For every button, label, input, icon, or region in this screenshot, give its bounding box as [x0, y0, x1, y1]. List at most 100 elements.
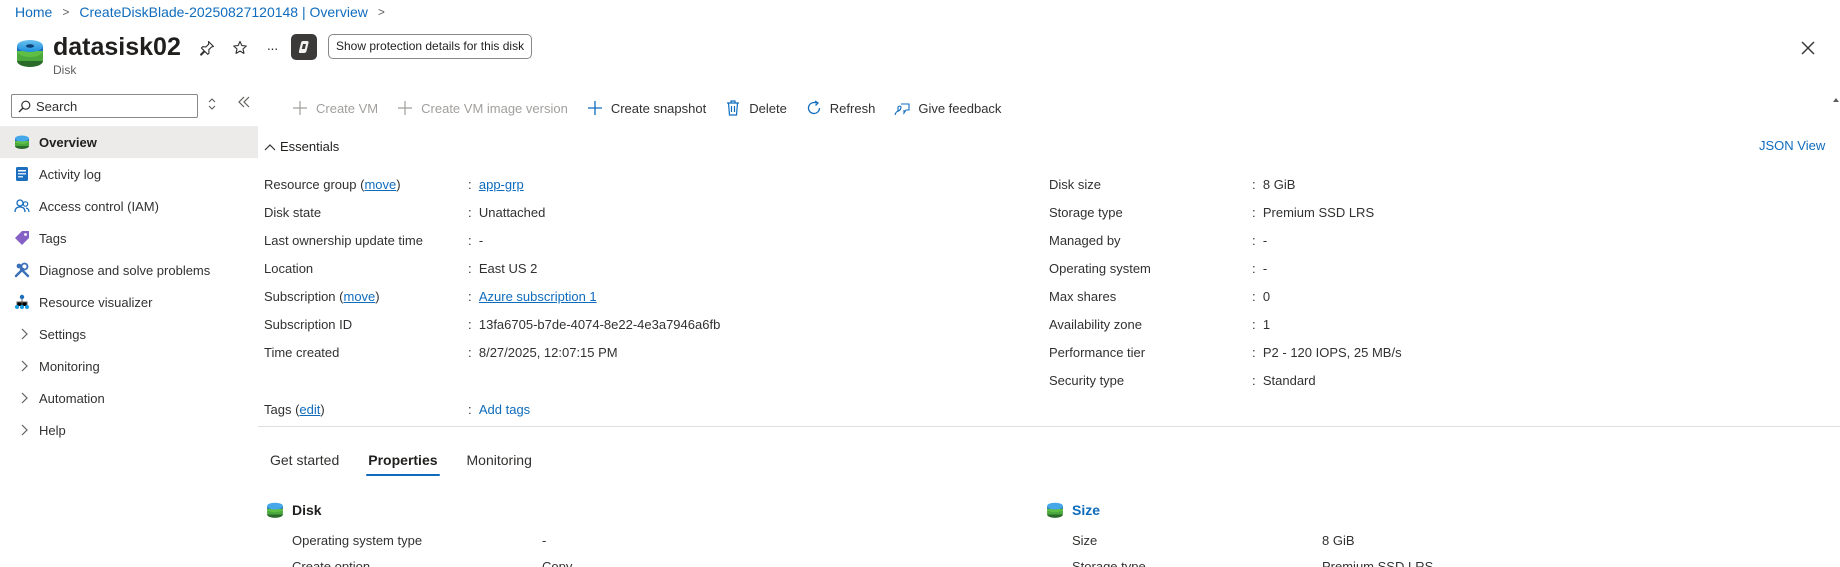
collapse-sidebar-icon[interactable]	[237, 95, 251, 113]
sidebar-item-settings[interactable]: Settings	[0, 318, 258, 350]
breadcrumb-home[interactable]: Home	[15, 4, 52, 20]
wrench-icon	[14, 262, 30, 278]
breadcrumb-separator: >	[377, 5, 385, 19]
scroll-up-arrow-icon[interactable]	[1832, 96, 1840, 104]
search-icon	[18, 100, 31, 112]
tab-properties[interactable]: Properties	[362, 448, 443, 476]
tab-monitoring[interactable]: Monitoring	[461, 448, 538, 476]
colon: :	[468, 344, 472, 360]
resource-group-link[interactable]: app-grp	[479, 177, 524, 192]
colon: :	[1252, 288, 1256, 304]
resource-group-move-link[interactable]: move	[364, 177, 396, 192]
essentials-right-values: : 8 GiB : Premium SSD LRS : - : - : 0 : …	[1252, 170, 1402, 394]
plus-icon	[396, 99, 414, 117]
chevron-right-icon	[16, 424, 32, 436]
colon: :	[1252, 260, 1256, 276]
show-protection-details-button[interactable]: Show protection details for this disk	[328, 34, 533, 59]
colon: :	[468, 260, 472, 276]
security-type-label: Security type	[1049, 372, 1125, 388]
sidebar-item-access-control[interactable]: Access control (IAM)	[0, 190, 258, 222]
operating-system-value: -	[1262, 260, 1268, 276]
sidebar-item-label: Resource visualizer	[39, 294, 153, 310]
sidebar-item-monitoring[interactable]: Monitoring	[0, 350, 258, 382]
delete-button[interactable]: Delete	[724, 99, 787, 117]
last-ownership-label: Last ownership update time	[264, 232, 423, 248]
close-icon[interactable]	[1796, 36, 1820, 60]
os-type-value: -	[542, 533, 547, 548]
disk-size-label: Disk size	[1049, 176, 1102, 192]
give-feedback-button[interactable]: Give feedback	[893, 99, 1001, 117]
essentials-right-labels: Disk size Storage type Managed by Operat…	[1049, 170, 1151, 394]
chevron-right-icon	[16, 328, 32, 340]
sidebar-item-label: Help	[39, 422, 66, 438]
availability-zone-label: Availability zone	[1049, 316, 1142, 332]
copilot-icon[interactable]	[291, 34, 317, 60]
colon: :	[1252, 204, 1256, 220]
pin-icon[interactable]	[195, 36, 219, 60]
disk-icon	[1047, 502, 1063, 518]
search-input[interactable]	[36, 98, 186, 114]
refresh-icon	[805, 99, 823, 117]
sidebar-item-activity-log[interactable]: Activity log	[0, 158, 258, 190]
sidebar-item-label: Tags	[39, 230, 67, 246]
disk-section-title: Disk	[292, 502, 322, 518]
activity-log-icon	[14, 166, 30, 182]
sidebar-search[interactable]	[11, 94, 198, 118]
sidebar-item-label: Automation	[39, 390, 105, 406]
tab-get-started[interactable]: Get started	[264, 448, 345, 476]
sidebar-item-label: Access control (IAM)	[39, 198, 159, 214]
essentials-left-labels: Resource group (move) Disk state Last ow…	[264, 170, 423, 366]
sidebar-item-label: Settings	[39, 326, 86, 342]
label-text: Subscription	[264, 288, 336, 304]
colon: :	[1252, 316, 1256, 332]
subscription-label: Subscription (move)	[264, 288, 380, 304]
availability-zone-value: 1	[1262, 316, 1271, 332]
tags-row: Tags (edit) : Add tags	[264, 402, 530, 417]
performance-tier-value: P2 - 120 IOPS, 25 MB/s	[1262, 344, 1402, 360]
subscription-id-label: Subscription ID	[264, 316, 353, 332]
label-text: Tags	[264, 402, 292, 417]
page-subtitle: Disk	[53, 63, 77, 77]
colon: :	[1252, 372, 1256, 388]
size-section-title[interactable]: Size	[1072, 502, 1100, 518]
create-vm-button[interactable]: Create VM	[291, 99, 378, 117]
json-view-link[interactable]: JSON View	[1759, 138, 1825, 153]
plus-icon	[586, 99, 604, 117]
feedback-icon	[893, 99, 911, 117]
create-vm-image-version-button[interactable]: Create VM image version	[396, 99, 568, 117]
sidebar-item-automation[interactable]: Automation	[0, 382, 258, 414]
tags-edit-link[interactable]: edit	[299, 402, 320, 417]
tag-icon	[14, 230, 30, 246]
colon: :	[1252, 176, 1256, 192]
refresh-button[interactable]: Refresh	[805, 99, 876, 117]
chevron-up-icon	[264, 143, 276, 150]
more-icon[interactable]: ···	[260, 36, 284, 60]
disk-section-header: Disk	[266, 501, 322, 519]
breadcrumb-create-disk-blade[interactable]: CreateDiskBlade-20250827120148 | Overvie…	[79, 4, 367, 20]
sort-updown-icon[interactable]	[207, 97, 217, 114]
scrollbar[interactable]	[1832, 92, 1840, 567]
divider	[258, 426, 1840, 427]
tags-label: Tags (edit)	[264, 402, 325, 417]
add-tags-link[interactable]: Add tags	[479, 402, 530, 417]
subscription-move-link[interactable]: move	[344, 289, 376, 304]
sidebar-item-diagnose[interactable]: Diagnose and solve problems	[0, 254, 258, 286]
sidebar-item-label: Overview	[39, 134, 97, 150]
location-label: Location	[264, 260, 314, 276]
colon: :	[468, 204, 472, 220]
sidebar-item-help[interactable]: Help	[0, 414, 258, 446]
refresh-label: Refresh	[829, 100, 876, 116]
size-section-header: Size	[1046, 501, 1100, 519]
sidebar-item-overview[interactable]: Overview	[0, 126, 258, 158]
disk-icon	[17, 40, 43, 67]
essentials-toggle[interactable]: Essentials	[264, 139, 339, 154]
subscription-link[interactable]: Azure subscription 1	[479, 289, 597, 304]
chevron-right-icon	[16, 392, 32, 404]
create-option-value: Copy	[542, 559, 573, 567]
sidebar-item-resource-visualizer[interactable]: Resource visualizer	[0, 286, 258, 318]
hierarchy-icon	[14, 294, 30, 310]
colon: :	[1252, 344, 1256, 360]
create-snapshot-button[interactable]: Create snapshot	[586, 99, 706, 117]
sidebar-item-tags[interactable]: Tags	[0, 222, 258, 254]
star-icon[interactable]	[228, 36, 252, 60]
